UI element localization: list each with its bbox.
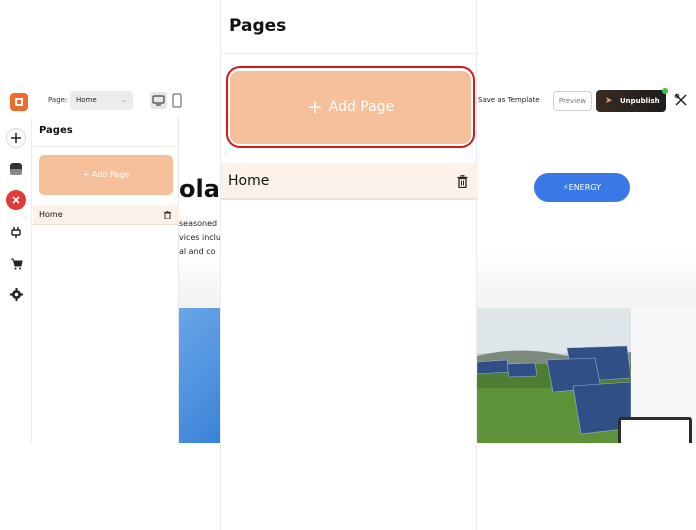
page-name: Home [228,173,270,189]
page-name: Home [39,210,63,219]
trash-icon[interactable] [457,175,468,188]
add-page-button[interactable]: + Add Page [39,155,173,195]
add-element-icon[interactable] [6,128,26,148]
divider [221,53,478,54]
chevron-down-icon: ⌄ [121,96,127,104]
pages-panel-title: Pages [39,125,73,136]
hero-image-left [179,308,221,443]
page-select[interactable]: Home ⌄ [70,91,133,110]
hero-text-line: seasoned [179,219,218,228]
page-label: Page: [48,96,68,104]
energy-button[interactable]: ⚡ENERGY [534,173,630,202]
plus-icon: + [306,96,323,118]
status-dot [662,88,668,94]
app-root: Page: Home ⌄ Save as Template Preview ➤ … [0,0,696,530]
app-logo-icon[interactable] [9,92,29,112]
preview-button[interactable]: Preview [553,91,592,111]
save-as-template-button[interactable]: Save as Template [478,96,540,104]
rocket-icon: ➤ [605,96,613,106]
close-icon[interactable] [6,190,26,210]
cart-icon[interactable] [6,254,26,274]
unpublish-button[interactable]: ➤ Unpublish [596,88,668,112]
sections-icon[interactable] [6,159,26,179]
gear-icon[interactable] [6,284,26,304]
desktop-view-icon[interactable] [150,92,167,109]
plugin-icon[interactable] [6,222,26,242]
left-rail [0,117,32,443]
hero-text-line: vices inclu [179,233,221,242]
unpublish-label: Unpublish [620,97,660,105]
pages-panel-zoomed: Pages + Add Page Home [220,0,478,530]
pages-title: Pages [229,16,287,36]
mobile-view-icon[interactable] [172,93,182,108]
trash-icon[interactable] [164,211,171,219]
divider [33,146,179,147]
solar-panels-image [477,308,631,443]
page-select-value: Home [76,96,97,104]
pages-panel: Pages + Add Page Home [33,117,179,443]
hero-text-line: al and co [179,247,216,256]
add-page-button[interactable]: + Add Page [230,71,471,144]
add-page-label: Add Page [328,99,395,115]
tools-icon[interactable] [674,93,688,107]
page-list-item-home[interactable]: Home [221,163,478,200]
page-list-item-home[interactable]: Home [33,205,179,225]
laptop-image [618,417,692,443]
